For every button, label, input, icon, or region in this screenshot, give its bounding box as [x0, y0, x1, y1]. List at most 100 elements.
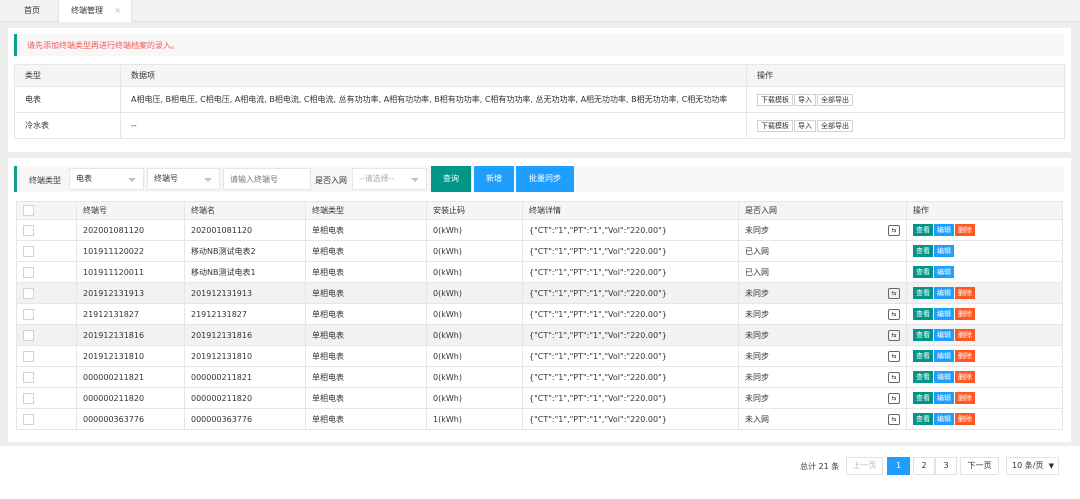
page-size-select[interactable]: 10 条/页 ▼ [1006, 457, 1059, 475]
search-field-select[interactable]: 终端号 [147, 168, 220, 190]
checkbox-cell [16, 345, 77, 367]
delete-button[interactable]: 删除 [955, 308, 975, 320]
net-status-cell: 已入网 [738, 240, 907, 262]
install-code-cell: 0(kWh) [426, 240, 523, 262]
import-button[interactable]: 导入 [794, 119, 816, 132]
row-checkbox[interactable] [23, 350, 34, 362]
edit-button[interactable]: 编辑 [934, 392, 954, 404]
view-button[interactable]: 查看 [913, 287, 933, 299]
sync-icon[interactable]: ⇆ [888, 350, 900, 362]
terminal-name-cell: 000000211821 [184, 366, 306, 388]
view-button[interactable]: 查看 [913, 371, 933, 383]
sync-icon[interactable]: ⇆ [888, 413, 900, 425]
tab-terminal-management[interactable]: 终端管理 × [58, 0, 132, 22]
view-button[interactable]: 查看 [913, 350, 933, 362]
row-checkbox[interactable] [23, 371, 34, 383]
terminal-type-select[interactable]: 电表 [69, 168, 144, 190]
view-button[interactable]: 查看 [913, 413, 933, 425]
terminal-detail-cell: {"CT":"1","PT":"1","Vol":"220.00"} [522, 366, 739, 388]
sync-icon[interactable]: ⇆ [888, 329, 900, 341]
delete-button[interactable]: 删除 [955, 287, 975, 299]
actions-cell: 查看 编辑 删除 [906, 219, 1063, 241]
terminal-type-cell: 单相电表 [305, 261, 427, 283]
page-button-3[interactable]: 3 [935, 457, 957, 475]
row-checkbox[interactable] [23, 392, 34, 404]
terminal-type-cell: 单相电表 [305, 345, 427, 367]
table-row: 000000211821 000000211821 单相电表 0(kWh) {"CT":… [16, 366, 1063, 388]
edit-button[interactable]: 编辑 [934, 266, 954, 278]
page-button-2[interactable]: 2 [913, 457, 935, 475]
edit-button[interactable]: 编辑 [934, 329, 954, 341]
import-button[interactable]: 导入 [794, 93, 816, 106]
terminal-detail-cell: {"CT":"1","PT":"1","Vol":"220.00"} [522, 387, 739, 409]
batch-sync-button[interactable]: 批量同步 [516, 166, 574, 192]
row-checkbox[interactable] [23, 224, 34, 236]
row-checkbox[interactable] [23, 245, 34, 257]
table-row: 201912131810 201912131810 单相电表 0(kWh) {"CT":… [16, 345, 1063, 367]
export-all-button[interactable]: 全部导出 [817, 93, 853, 106]
terminal-no-cell: 201912131810 [76, 345, 185, 367]
net-status-select-placeholder: --请选择-- [359, 174, 395, 183]
row-checkbox[interactable] [23, 287, 34, 299]
row-checkbox[interactable] [23, 413, 34, 425]
edit-button[interactable]: 编辑 [934, 245, 954, 257]
delete-button[interactable]: 删除 [955, 413, 975, 425]
sync-icon[interactable]: ⇆ [888, 224, 900, 236]
view-button[interactable]: 查看 [913, 308, 933, 320]
notice-text: 请先添加终端类型再进行终端档案的录入。 [27, 41, 179, 50]
header-terminal-no: 终端号 [76, 201, 185, 220]
sync-icon[interactable]: ⇆ [888, 371, 900, 383]
terminal-number-input[interactable] [223, 168, 311, 190]
terminal-name-cell: 201912131816 [184, 324, 306, 346]
page-button-1[interactable]: 1 [887, 457, 910, 475]
terminal-no-cell: 000000211821 [76, 366, 185, 388]
add-button[interactable]: 新增 [474, 166, 514, 192]
checkbox-cell [16, 387, 77, 409]
delete-button[interactable]: 删除 [955, 329, 975, 341]
edit-button[interactable]: 编辑 [934, 371, 954, 383]
table-header-row: 终端号 终端名 终端类型 安装止码 终端详情 是否入网 操作 [16, 201, 1063, 220]
download-template-button[interactable]: 下载模板 [757, 119, 793, 132]
net-status-text: 未同步 [745, 309, 769, 319]
actions-cell: 下载模板 导入 全部导出 [746, 112, 1065, 139]
table-row: 电表 A相电压, B相电压, C相电压, A相电流, B相电流, C相电流, 总有… [14, 86, 1065, 113]
view-button[interactable]: 查看 [913, 224, 933, 236]
edit-button[interactable]: 编辑 [934, 350, 954, 362]
net-status-text: 未入网 [745, 414, 769, 424]
notice-bar: 请先添加终端类型再进行终端档案的录入。 [14, 34, 1064, 56]
edit-button[interactable]: 编辑 [934, 308, 954, 320]
edit-button[interactable]: 编辑 [934, 413, 954, 425]
terminal-no-cell: 101911120011 [76, 261, 185, 283]
delete-button[interactable]: 删除 [955, 392, 975, 404]
sync-icon[interactable]: ⇆ [888, 392, 900, 404]
tab-home[interactable]: 首页 [12, 0, 52, 22]
select-all-checkbox[interactable] [23, 205, 34, 216]
delete-button[interactable]: 删除 [955, 371, 975, 383]
sync-icon[interactable]: ⇆ [888, 308, 900, 320]
actions-cell: 查看 编辑 删除 [906, 324, 1063, 346]
row-checkbox[interactable] [23, 308, 34, 320]
delete-button[interactable]: 删除 [955, 350, 975, 362]
next-page-button[interactable]: 下一页 [960, 457, 999, 475]
table-row: 101911120022 移动NB测试电表2 单相电表 0(kWh) {"CT":"1"… [16, 240, 1063, 262]
net-status-text: 未同步 [745, 225, 769, 235]
download-template-button[interactable]: 下载模板 [757, 93, 793, 106]
terminal-detail-cell: {"CT":"1","PT":"1","Vol":"220.00"} [522, 345, 739, 367]
view-button[interactable]: 查看 [913, 329, 933, 341]
export-all-button[interactable]: 全部导出 [817, 119, 853, 132]
view-button[interactable]: 查看 [913, 245, 933, 257]
prev-page-button[interactable]: 上一页 [846, 457, 883, 475]
net-status-select[interactable]: --请选择-- [352, 168, 427, 190]
terminal-type-cell: 单相电表 [305, 408, 427, 430]
close-icon[interactable]: × [114, 0, 121, 22]
row-checkbox[interactable] [23, 266, 34, 278]
edit-button[interactable]: 编辑 [934, 224, 954, 236]
edit-button[interactable]: 编辑 [934, 287, 954, 299]
view-button[interactable]: 查看 [913, 392, 933, 404]
delete-button[interactable]: 删除 [955, 224, 975, 236]
sync-icon[interactable]: ⇆ [888, 287, 900, 299]
view-button[interactable]: 查看 [913, 266, 933, 278]
query-button[interactable]: 查询 [431, 166, 471, 192]
header-actions: 操作 [906, 201, 1063, 220]
row-checkbox[interactable] [23, 329, 34, 341]
